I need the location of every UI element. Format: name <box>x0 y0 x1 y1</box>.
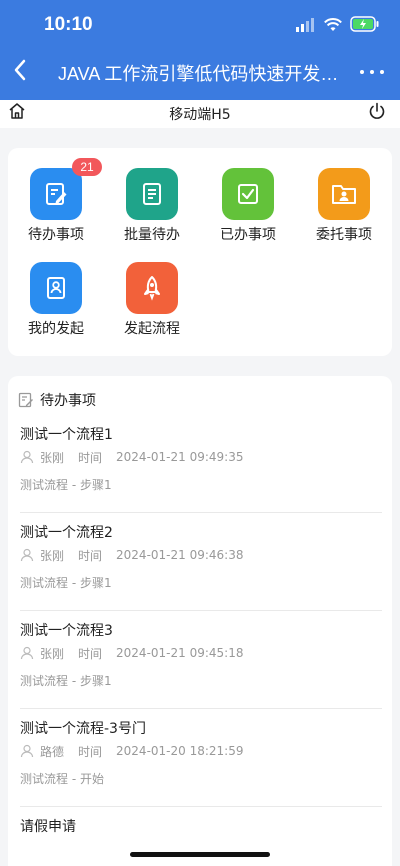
list-item[interactable]: 测试一个流程1 张刚 时间 2024-01-21 09:49:35 测试流程 -… <box>20 416 382 513</box>
tile-label: 批量待办 <box>124 227 180 243</box>
more-dot-icon <box>380 70 384 74</box>
tile-label: 待办事项 <box>28 227 84 243</box>
item-user: 路德 <box>40 744 65 759</box>
tile-done[interactable]: 已办事项 <box>200 168 296 250</box>
item-step: 测试流程 - 步骤1 <box>20 478 112 492</box>
item-step: 测试流程 - 步骤1 <box>20 576 112 590</box>
folder-user-icon <box>318 168 370 220</box>
page-title: 移动端H5 <box>169 107 231 123</box>
nav-title: JAVA 工作流引擎低代码快速开发… <box>58 64 339 84</box>
item-title: 测试一个流程2 <box>20 525 113 541</box>
sub-header: 移动端H5 <box>0 100 400 128</box>
status-bar: 10:10 <box>0 0 400 52</box>
tile-my-initiated[interactable]: 我的发起 <box>8 262 104 344</box>
item-meta: 路德 时间 2024-01-20 18:21:59 <box>20 742 243 760</box>
item-datetime: 2024-01-21 09:45:18 <box>116 646 244 660</box>
item-user: 张刚 <box>40 646 65 661</box>
power-icon <box>368 102 386 124</box>
item-time-label: 时间 <box>78 646 103 661</box>
user-icon <box>20 450 34 464</box>
item-user: 张刚 <box>40 548 65 563</box>
item-datetime: 2024-01-20 18:21:59 <box>116 744 244 758</box>
user-icon <box>20 744 34 758</box>
tile-batch[interactable]: 批量待办 <box>104 168 200 250</box>
item-meta: 张刚 时间 2024-01-21 09:49:35 <box>20 448 243 466</box>
quick-actions-card: 21 待办事项 批量待办 已办事项 委托事项 我的发起 发起流程 <box>8 148 392 356</box>
home-indicator <box>130 852 270 857</box>
user-icon <box>20 548 34 562</box>
check-icon <box>222 168 274 220</box>
item-time-label: 时间 <box>78 548 103 563</box>
tile-label: 发起流程 <box>124 321 180 337</box>
item-step: 测试流程 - 开始 <box>20 772 104 786</box>
list-item[interactable]: 测试一个流程-3号门 路德 时间 2024-01-20 18:21:59 测试流… <box>20 710 382 807</box>
more-button[interactable] <box>360 62 384 82</box>
back-button[interactable] <box>6 58 34 86</box>
item-time-label: 时间 <box>78 744 103 759</box>
more-dot-icon <box>370 70 374 74</box>
nav-bar: JAVA 工作流引擎低代码快速开发… <box>0 52 400 96</box>
item-meta: 张刚 时间 2024-01-21 09:45:18 <box>20 644 243 662</box>
list-item[interactable]: 测试一个流程2 张刚 时间 2024-01-21 09:46:38 测试流程 -… <box>20 514 382 611</box>
status-icons <box>296 16 380 36</box>
chevron-left-icon <box>13 59 27 85</box>
user-card-icon <box>30 262 82 314</box>
item-title[interactable]: 请假申请 <box>20 816 76 836</box>
edit-note-icon <box>18 392 34 408</box>
item-datetime: 2024-01-21 09:49:35 <box>116 450 244 464</box>
logout-button[interactable] <box>366 102 388 124</box>
tile-start-process[interactable]: 发起流程 <box>104 262 200 344</box>
list-item[interactable]: 测试一个流程3 张刚 时间 2024-01-21 09:45:18 测试流程 -… <box>20 612 382 709</box>
tile-label: 我的发起 <box>28 321 84 337</box>
item-time-label: 时间 <box>78 450 103 465</box>
edit-icon <box>30 168 82 220</box>
item-user: 张刚 <box>40 450 65 465</box>
tile-delegated[interactable]: 委托事项 <box>296 168 392 250</box>
signal-icon <box>296 17 316 36</box>
wifi-icon <box>324 17 342 36</box>
user-icon <box>20 646 34 660</box>
item-title: 测试一个流程1 <box>20 427 113 443</box>
tile-label: 委托事项 <box>316 227 372 243</box>
app-header: 10:10 JAVA 工作流引擎低代码快速开发… <box>0 0 400 100</box>
item-title: 测试一个流程3 <box>20 623 113 639</box>
tile-label: 已办事项 <box>220 227 276 243</box>
rocket-icon <box>126 262 178 314</box>
item-step: 测试流程 - 步骤1 <box>20 674 112 688</box>
status-time: 10:10 <box>44 14 93 35</box>
tile-pending[interactable]: 21 待办事项 <box>8 158 104 250</box>
item-title: 测试一个流程-3号门 <box>20 721 146 737</box>
battery-icon <box>350 16 380 36</box>
more-dot-icon <box>360 70 364 74</box>
item-meta: 张刚 时间 2024-01-21 09:46:38 <box>20 546 243 564</box>
item-datetime: 2024-01-21 09:46:38 <box>116 548 244 562</box>
pending-count-badge: 21 <box>72 158 102 176</box>
pending-list-title: 待办事项 <box>40 393 96 409</box>
pending-list-header: 待办事项 <box>18 390 96 410</box>
pending-list-card: 待办事项 测试一个流程1 张刚 时间 2024-01-21 09:49:35 测… <box>8 376 392 866</box>
document-icon <box>126 168 178 220</box>
